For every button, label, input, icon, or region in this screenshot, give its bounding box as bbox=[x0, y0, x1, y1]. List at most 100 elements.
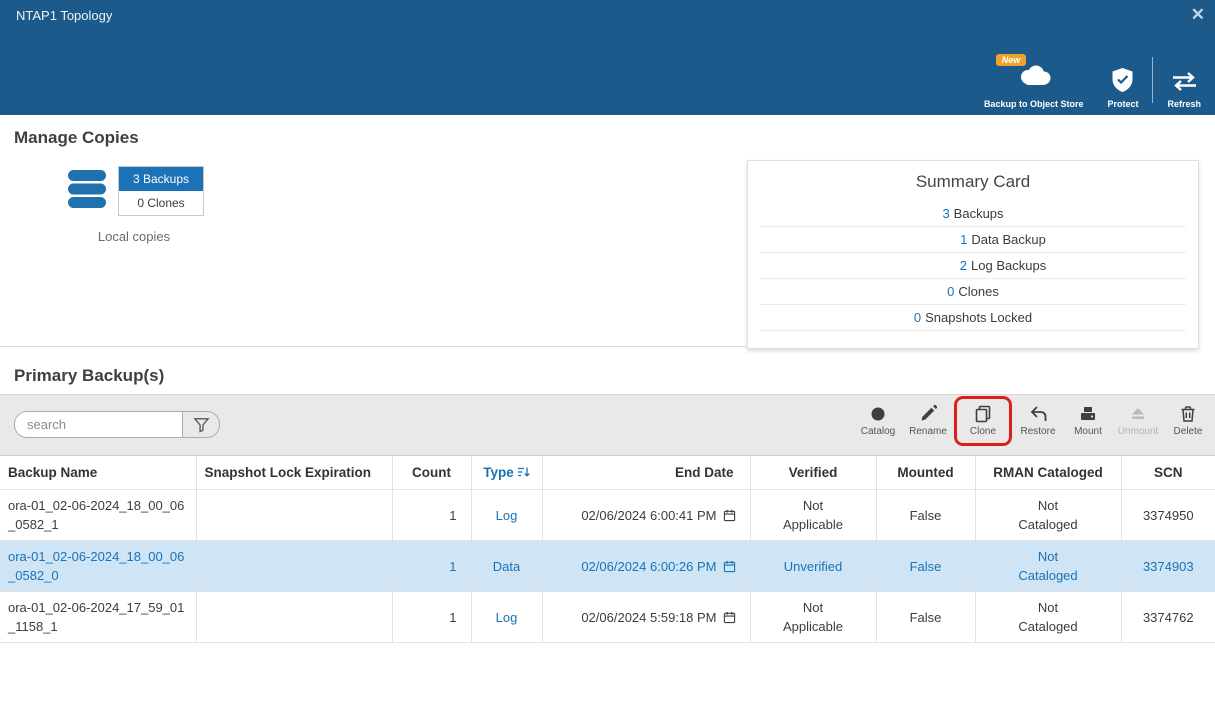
cell-mounted: False bbox=[876, 592, 975, 643]
toolbar-label: Rename bbox=[909, 426, 947, 437]
cell-rman-cataloged: Not Cataloged bbox=[975, 490, 1121, 541]
col-type[interactable]: Type bbox=[471, 456, 542, 490]
cell-scn: 3374762 bbox=[1121, 592, 1215, 643]
mount-icon bbox=[1079, 405, 1097, 423]
backup-row-selected[interactable]: ora-01_02-06-2024_18_00_06_0582_0 1 Data… bbox=[0, 541, 1215, 592]
clone-icon bbox=[974, 405, 992, 423]
backup-row[interactable]: ora-01_02-06-2024_18_00_06_0582_1 1 Log … bbox=[0, 490, 1215, 541]
cell-count: 1 bbox=[392, 541, 471, 592]
refresh-button[interactable]: Refresh bbox=[1155, 43, 1213, 109]
cell-verified: Not Applicable bbox=[750, 592, 876, 643]
shield-check-icon bbox=[1112, 68, 1133, 92]
cell-type: Log bbox=[471, 490, 542, 541]
toolbar-label: Delete bbox=[1174, 426, 1203, 437]
col-count[interactable]: Count bbox=[392, 456, 471, 490]
col-snapshot-lock-expiration[interactable]: Snapshot Lock Expiration bbox=[196, 456, 392, 490]
new-badge: New bbox=[996, 54, 1027, 66]
cell-end-date: 02/06/2024 5:59:18 PM bbox=[542, 592, 750, 643]
rename-button[interactable]: Rename bbox=[903, 400, 953, 442]
table-header-row: Backup Name Snapshot Lock Expiration Cou… bbox=[0, 456, 1215, 490]
protect-button[interactable]: Protect bbox=[1095, 43, 1150, 109]
primary-backups-title: Primary Backup(s) bbox=[14, 366, 164, 386]
toolbar-buttons: Catalog Rename Clone bbox=[853, 400, 1213, 442]
close-icon[interactable]: ✕ bbox=[1191, 5, 1205, 25]
col-scn[interactable]: SCN bbox=[1121, 456, 1215, 490]
primary-backups-panel: Catalog Rename Clone bbox=[0, 394, 1215, 643]
rman-text: Not Cataloged bbox=[1008, 496, 1088, 534]
end-date-text: 02/06/2024 6:00:26 PM bbox=[581, 559, 716, 574]
cell-end-date: 02/06/2024 6:00:26 PM bbox=[542, 541, 750, 592]
col-mounted[interactable]: Mounted bbox=[876, 456, 975, 490]
local-copies-widget: 3 Backups 0 Clones bbox=[64, 166, 204, 216]
end-date-text: 02/06/2024 6:00:41 PM bbox=[581, 508, 716, 523]
cell-end-date: 02/06/2024 6:00:41 PM bbox=[542, 490, 750, 541]
summary-label: Clones bbox=[958, 284, 998, 299]
summary-count: 0 bbox=[914, 310, 921, 325]
header-divider bbox=[1152, 57, 1153, 103]
cell-type: Log bbox=[471, 592, 542, 643]
summary-row-clones: 0 Clones bbox=[760, 279, 1186, 305]
mount-button[interactable]: Mount bbox=[1063, 400, 1113, 442]
summary-card-title: Summary Card bbox=[748, 161, 1198, 201]
backups-toolbar: Catalog Rename Clone bbox=[0, 394, 1215, 456]
summary-label: Snapshots Locked bbox=[925, 310, 1032, 325]
col-backup-name[interactable]: Backup Name bbox=[0, 456, 196, 490]
summary-count: 2 bbox=[960, 258, 967, 273]
filter-button[interactable] bbox=[182, 411, 220, 438]
delete-button[interactable]: Delete bbox=[1163, 400, 1213, 442]
copies-toggle: 3 Backups 0 Clones bbox=[118, 166, 204, 216]
cell-backup-name: ora-01_02-06-2024_18_00_06_0582_1 bbox=[0, 490, 196, 541]
local-copies-caption: Local copies bbox=[60, 229, 208, 244]
summary-row-data-backup: 1 Data Backup bbox=[760, 227, 1186, 253]
delete-icon bbox=[1179, 405, 1197, 423]
action-label: Backup to Object Store bbox=[984, 99, 1084, 109]
cloud-icon bbox=[1014, 63, 1054, 87]
action-label: Refresh bbox=[1167, 99, 1201, 109]
cell-mounted: False bbox=[876, 490, 975, 541]
rman-text: Not Cataloged bbox=[1008, 547, 1088, 585]
cell-snapshot-lock bbox=[196, 541, 392, 592]
summary-count: 1 bbox=[960, 232, 967, 247]
unmount-icon bbox=[1129, 405, 1147, 423]
toolbar-label: Mount bbox=[1074, 426, 1102, 437]
clones-count-button[interactable]: 0 Clones bbox=[119, 191, 203, 215]
col-type-label: Type bbox=[483, 465, 514, 480]
unmount-button[interactable]: Unmount bbox=[1113, 400, 1163, 442]
sort-icon bbox=[517, 466, 530, 478]
col-end-date[interactable]: End Date bbox=[542, 456, 750, 490]
manage-copies-title: Manage Copies bbox=[14, 128, 139, 148]
section-divider bbox=[0, 346, 746, 347]
backup-to-object-store-button[interactable]: New Backup to Object Store bbox=[972, 43, 1096, 109]
end-date-text: 02/06/2024 5:59:18 PM bbox=[581, 610, 716, 625]
summary-row-log-backups: 2 Log Backups bbox=[760, 253, 1186, 279]
cell-rman-cataloged: Not Cataloged bbox=[975, 592, 1121, 643]
search-box bbox=[14, 411, 220, 438]
clone-button[interactable]: Clone bbox=[958, 400, 1008, 442]
cell-backup-name: ora-01_02-06-2024_17_59_01_1158_1 bbox=[0, 592, 196, 643]
cell-snapshot-lock bbox=[196, 490, 392, 541]
restore-icon bbox=[1029, 405, 1047, 423]
verified-text: Unverified bbox=[773, 557, 853, 576]
summary-count: 3 bbox=[942, 206, 949, 221]
col-rman-cataloged[interactable]: RMAN Cataloged bbox=[975, 456, 1121, 490]
summary-row-snapshots-locked: 0 Snapshots Locked bbox=[760, 305, 1186, 331]
restore-button[interactable]: Restore bbox=[1013, 400, 1063, 442]
cell-count: 1 bbox=[392, 490, 471, 541]
summary-label: Log Backups bbox=[971, 258, 1046, 273]
catalog-button[interactable]: Catalog bbox=[853, 400, 903, 442]
col-verified[interactable]: Verified bbox=[750, 456, 876, 490]
summary-label: Data Backup bbox=[971, 232, 1045, 247]
cell-rman-cataloged: Not Cataloged bbox=[975, 541, 1121, 592]
verified-text: Not Applicable bbox=[773, 496, 853, 534]
search-input[interactable] bbox=[14, 411, 182, 438]
cell-scn: 3374950 bbox=[1121, 490, 1215, 541]
header-actions: New Backup to Object Store Protect bbox=[972, 43, 1213, 109]
cell-scn: 3374903 bbox=[1121, 541, 1215, 592]
backups-count-button[interactable]: 3 Backups bbox=[119, 167, 203, 191]
backup-row[interactable]: ora-01_02-06-2024_17_59_01_1158_1 1 Log … bbox=[0, 592, 1215, 643]
action-label: Protect bbox=[1107, 99, 1138, 109]
summary-count: 0 bbox=[947, 284, 954, 299]
summary-row-backups: 3Backups bbox=[760, 201, 1186, 227]
refresh-arrows-icon bbox=[1171, 71, 1198, 92]
cell-verified: Unverified bbox=[750, 541, 876, 592]
